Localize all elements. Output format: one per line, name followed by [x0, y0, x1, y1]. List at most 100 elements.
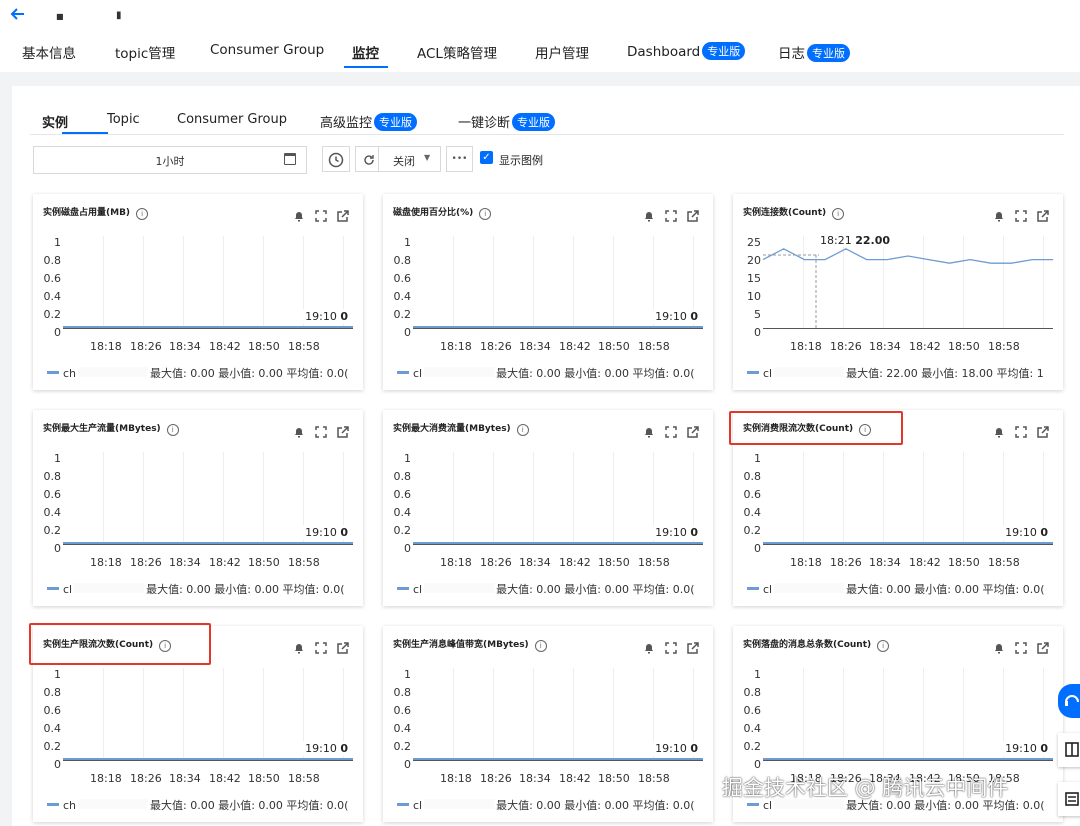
series-line [63, 326, 353, 328]
info-icon[interactable]: i [479, 208, 492, 220]
y-tick-label: 0.8 [743, 470, 762, 483]
tab-basic-info[interactable]: 基本信息 [22, 42, 76, 62]
info-icon[interactable]: i [166, 424, 179, 436]
feedback-float-button[interactable] [1058, 782, 1080, 816]
open-external-icon[interactable] [687, 639, 699, 654]
fullscreen-icon[interactable] [315, 207, 327, 222]
x-tick-label: 18:42 [909, 556, 941, 569]
info-icon[interactable]: i [516, 424, 529, 436]
bell-icon[interactable] [643, 423, 655, 438]
gridline [103, 668, 104, 760]
support-float-button[interactable] [1058, 684, 1080, 718]
y-tick-label: 0.6 [393, 704, 412, 717]
x-tick-label: 18:42 [209, 772, 241, 785]
x-tick-label: 18:50 [248, 772, 280, 785]
docs-float-button[interactable] [1058, 733, 1080, 767]
x-tick-label: 18:26 [830, 556, 862, 569]
tab-dashboard[interactable]: Dashboard 专业版 [627, 42, 746, 60]
open-external-icon[interactable] [687, 423, 699, 438]
bell-icon[interactable] [643, 639, 655, 654]
x-tick-label: 18:26 [480, 772, 512, 785]
bell-icon[interactable] [643, 207, 655, 222]
bell-icon[interactable] [293, 207, 305, 222]
gridline [493, 452, 494, 544]
gridline [183, 452, 184, 544]
bell-icon[interactable] [293, 423, 305, 438]
info-icon[interactable]: i [877, 640, 890, 652]
tab-monitoring[interactable]: 监控 [352, 42, 379, 62]
time-range-picker[interactable]: 1小时 [33, 146, 307, 174]
fullscreen-icon[interactable] [665, 639, 677, 654]
fullscreen-icon[interactable] [1015, 639, 1027, 654]
bell-icon[interactable] [293, 639, 305, 654]
info-icon[interactable]: i [534, 640, 547, 652]
y-tick-label: 0.2 [743, 524, 762, 537]
chart-actions [283, 207, 349, 226]
x-tick-label: 18:34 [169, 556, 201, 569]
y-tick-label: 0 [404, 326, 411, 339]
x-tick-label: 18:50 [598, 556, 630, 569]
last-value-label: 19:10 0 [653, 741, 700, 756]
arrow-left-icon[interactable] [10, 6, 26, 27]
gridline [143, 236, 144, 328]
subtab-diagnosis[interactable]: 一键诊断 专业版 [458, 112, 556, 131]
y-tick-label: 0.8 [43, 686, 62, 699]
x-tick-label: 18:34 [169, 772, 201, 785]
x-tick-label: 18:42 [559, 340, 591, 353]
clock-button[interactable] [322, 146, 350, 172]
chart-legend[interactable]: ch 最大值: 0.00 最小值: 0.00 平均值: 0.0( [47, 797, 353, 813]
chart-legend[interactable]: ch 最大值: 0.00 最小值: 0.00 平均值: 0.0( [47, 365, 353, 381]
gridline [263, 668, 264, 760]
chart-legend[interactable]: cl 最大值: 0.00 最小值: 0.00 平均值: 0.0( [397, 797, 703, 813]
subtab-advanced-monitoring[interactable]: 高级监控 专业版 [320, 112, 418, 131]
fullscreen-icon[interactable] [315, 423, 327, 438]
subtab-instance[interactable]: 实例 [42, 112, 68, 131]
legend-stats: 最大值: 0.00 最小值: 0.00 平均值: 0.0( [150, 799, 349, 812]
gridline [533, 668, 534, 760]
subtab-topic[interactable]: Topic [107, 112, 140, 127]
y-tick-label: 1 [404, 236, 411, 249]
open-external-icon[interactable] [1037, 639, 1049, 654]
open-external-icon[interactable] [687, 207, 699, 222]
tab-consumer-group[interactable]: Consumer Group [210, 42, 324, 58]
open-external-icon[interactable] [337, 639, 349, 654]
fullscreen-icon[interactable] [1015, 423, 1027, 438]
time-range-value: 1小时 [155, 155, 185, 168]
chart-legend[interactable]: cl 最大值: 0.00 最小值: 0.00 平均值: 0.0( [397, 581, 703, 597]
bell-icon[interactable] [993, 639, 1005, 654]
bell-icon[interactable] [993, 423, 1005, 438]
open-external-icon[interactable] [337, 207, 349, 222]
fullscreen-icon[interactable] [665, 423, 677, 438]
y-tick-label: 0 [404, 758, 411, 771]
series-line [63, 542, 353, 544]
chart-legend[interactable]: cl 最大值: 22.00 最小值: 18.00 平均值: 1 [747, 365, 1053, 381]
gridline [493, 236, 494, 328]
y-tick-label: 0.2 [393, 524, 412, 537]
tab-logs[interactable]: 日志 专业版 [778, 42, 850, 62]
chart-title: 实例生产消息峰值带宽(MBytes) i [393, 637, 547, 652]
more-button[interactable]: ••• [446, 146, 473, 172]
chart-legend[interactable]: cl 最大值: 0.00 最小值: 0.00 平均值: 0.0( [397, 365, 703, 381]
open-external-icon[interactable] [337, 423, 349, 438]
chart-legend[interactable]: cl 最大值: 0.00 最小值: 0.00 平均值: 0.0( [747, 581, 1053, 597]
info-icon[interactable]: i [136, 208, 149, 220]
top-bar: ■ ▮ 基本信息 topic管理 Consumer Group 监控 ACL策略… [0, 0, 1080, 72]
tab-acl-policy[interactable]: ACL策略管理 [417, 42, 497, 62]
chart-actions [633, 423, 699, 442]
fullscreen-icon[interactable] [665, 207, 677, 222]
open-external-icon[interactable] [1037, 423, 1049, 438]
tab-user-management[interactable]: 用户管理 [535, 42, 589, 62]
show-legend-checkbox[interactable]: ✓ [480, 151, 493, 164]
x-tick-label: 18:34 [519, 340, 551, 353]
tab-topic-management[interactable]: topic管理 [115, 42, 175, 62]
gridline [573, 236, 574, 328]
list-icon [1065, 792, 1079, 806]
subtab-consumer-group[interactable]: Consumer Group [177, 112, 287, 127]
auto-refresh-select[interactable]: 关闭 ▼ [355, 146, 441, 172]
gridline [923, 452, 924, 544]
fullscreen-icon[interactable] [315, 639, 327, 654]
legend-swatch [397, 803, 409, 806]
pro-badge: 专业版 [702, 42, 746, 60]
gridline [453, 236, 454, 328]
chart-legend[interactable]: cl 最大值: 0.00 最小值: 0.00 平均值: 0.0( [47, 581, 353, 597]
